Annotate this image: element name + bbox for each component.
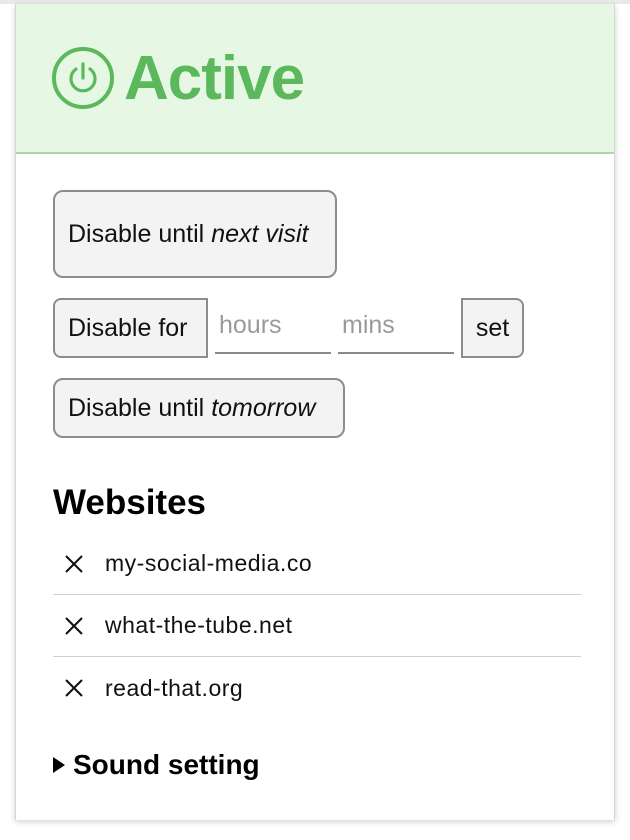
set-button[interactable]: set bbox=[461, 298, 524, 358]
close-icon[interactable] bbox=[63, 677, 85, 699]
website-name: read-that.org bbox=[105, 674, 244, 701]
hours-input[interactable] bbox=[215, 298, 331, 354]
set-label: set bbox=[475, 313, 510, 342]
disable-for-button[interactable]: Disable for bbox=[53, 298, 208, 358]
sound-setting-label: Sound setting bbox=[73, 749, 260, 780]
disclosure-triangle-icon bbox=[53, 757, 65, 773]
list-item: what-the-tube.net bbox=[53, 595, 581, 657]
website-name: what-the-tube.net bbox=[105, 612, 293, 638]
close-icon[interactable] bbox=[63, 615, 85, 637]
status-text: Active bbox=[124, 43, 305, 113]
close-icon[interactable] bbox=[63, 553, 85, 575]
list-item: my-social-media.co bbox=[53, 533, 581, 595]
content: Disable untilnext visit Disable for set … bbox=[16, 154, 614, 781]
website-name: my-social-media.co bbox=[105, 550, 313, 576]
disable-next-visit-emphasis: next visit bbox=[211, 219, 309, 248]
power-icon[interactable] bbox=[52, 47, 114, 109]
disable-tomorrow-prefix: Disable until bbox=[68, 393, 205, 422]
disable-next-visit-prefix: Disable until bbox=[68, 219, 205, 248]
disable-for-label: Disable for bbox=[68, 313, 188, 342]
disable-next-visit-button[interactable]: Disable until next visit bbox=[53, 190, 337, 278]
website-list: my-social-media.co what-the-tube.net rea… bbox=[53, 533, 581, 719]
sound-setting-toggle[interactable]: Sound setting bbox=[53, 749, 614, 781]
mins-input[interactable] bbox=[338, 298, 454, 354]
status-header: Active bbox=[16, 4, 614, 154]
disable-tomorrow-button[interactable]: Disable until tomorrow bbox=[53, 378, 345, 438]
popup-panel: Active Disable until next visit Disable f… bbox=[15, 4, 615, 820]
websites-heading: Websites bbox=[53, 483, 207, 522]
disable-for-row: Disable for set bbox=[53, 298, 614, 358]
list-item: read-that.org bbox=[53, 657, 581, 719]
disable-tomorrow-emphasis: tomorrow bbox=[211, 393, 316, 422]
